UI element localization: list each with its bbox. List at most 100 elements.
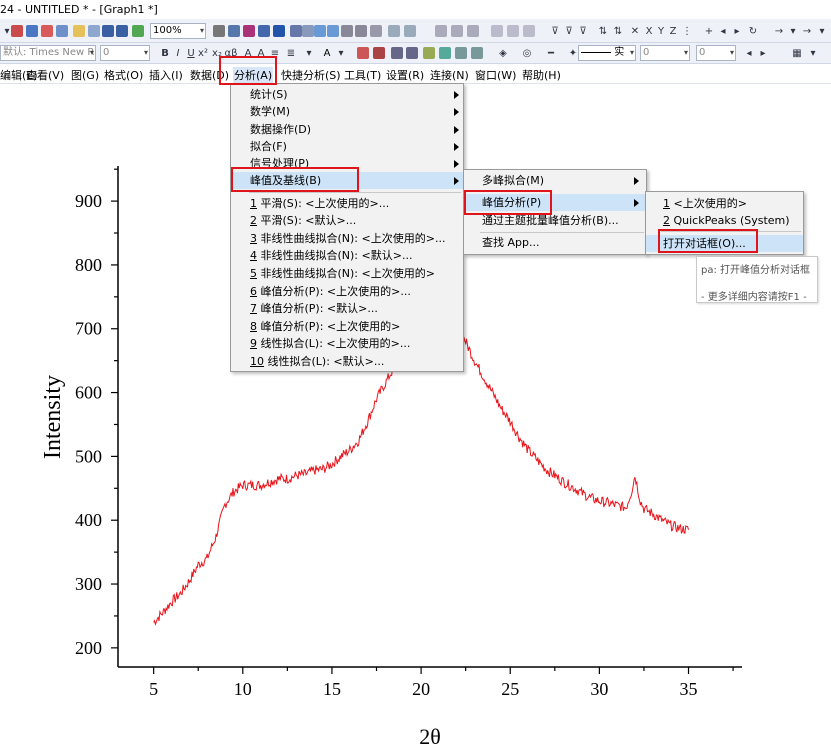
- arrow-right-icon[interactable]: →: [772, 24, 786, 38]
- menu-connect[interactable]: 连接(N): [430, 67, 469, 83]
- dropdown-arrow-icon[interactable]: ▾: [302, 46, 316, 60]
- align-icon[interactable]: ≡: [268, 46, 282, 60]
- zoom-combo[interactable]: 100% ▾: [150, 23, 206, 39]
- arrow-left-icon[interactable]: ◂: [742, 46, 756, 60]
- menu-quick-analysis[interactable]: 快捷分析(S): [281, 67, 341, 83]
- pattern-fill-icon[interactable]: ▦: [790, 46, 804, 60]
- layer-add-icon[interactable]: [372, 46, 386, 60]
- screen-reader-icon[interactable]: [403, 24, 417, 38]
- recent-item[interactable]: 7 峰值分析(P): <默认>...: [231, 300, 463, 317]
- print-icon[interactable]: [212, 24, 226, 38]
- dropdown-arrow-icon[interactable]: ▾: [806, 46, 820, 60]
- greek-icon[interactable]: αβ: [224, 46, 238, 60]
- menu-item-signal-processing[interactable]: 信号处理(P): [231, 155, 463, 172]
- menu-view[interactable]: 查看(V): [26, 67, 64, 83]
- superscript-icon[interactable]: x²: [196, 46, 210, 60]
- menu-item-multiple-peak-fit[interactable]: 多峰拟合(M): [464, 172, 646, 189]
- fill-color-icon[interactable]: ◈: [496, 46, 510, 60]
- move-left-icon[interactable]: ◂: [716, 24, 730, 38]
- menu-help[interactable]: 帮助(H): [522, 67, 561, 83]
- mask-icon[interactable]: [490, 24, 504, 38]
- open-icon[interactable]: [72, 24, 86, 38]
- menu-format[interactable]: 格式(O): [104, 67, 143, 83]
- add-layer-icon[interactable]: [422, 46, 436, 60]
- new-worksheet-icon[interactable]: [25, 24, 39, 38]
- line-width-combo[interactable]: 0 ▾: [640, 45, 690, 61]
- pattern-icon[interactable]: ◎: [520, 46, 534, 60]
- data-reader-icon[interactable]: [387, 24, 401, 38]
- dropdown-arrow-icon[interactable]: ▾: [786, 24, 800, 38]
- recent-item[interactable]: 4 非线性曲线拟合(N): <默认>...: [231, 247, 463, 264]
- timestamp-icon[interactable]: [470, 46, 484, 60]
- menu-item-quickpeaks[interactable]: 2 QuickPeaks (System): [646, 212, 803, 229]
- menu-graph[interactable]: 图(G): [71, 67, 99, 83]
- new-project-icon[interactable]: [10, 24, 24, 38]
- increase-font-icon[interactable]: A: [241, 46, 255, 60]
- unmask-icon[interactable]: [506, 24, 520, 38]
- dropdown-arrow-icon[interactable]: ▾: [815, 24, 829, 38]
- add-column-icon[interactable]: +: [702, 24, 716, 38]
- save-template-icon[interactable]: [115, 24, 129, 38]
- filter-icon[interactable]: ⊽: [548, 24, 562, 38]
- dropdown-arrow-icon[interactable]: ▾: [334, 46, 348, 60]
- filter-x-icon[interactable]: ⊽: [562, 24, 576, 38]
- menu-item-statistics[interactable]: 统计(S): [231, 86, 463, 103]
- recent-icon[interactable]: [87, 24, 101, 38]
- arrow-right-icon[interactable]: →: [800, 24, 814, 38]
- layer-icon[interactable]: [356, 46, 370, 60]
- new-matrix-icon[interactable]: [55, 24, 69, 38]
- merge-graph-icon[interactable]: [390, 46, 404, 60]
- subscript-icon[interactable]: x₂: [210, 46, 224, 60]
- menu-analysis[interactable]: 分析(A): [233, 67, 274, 83]
- decrease-font-icon[interactable]: A: [254, 46, 268, 60]
- menu-item-find-app[interactable]: 查找 App...: [464, 234, 646, 251]
- error-bar-icon[interactable]: ⋮: [680, 24, 694, 38]
- recent-item[interactable]: 9 线性拟合(L): <上次使用的>...: [231, 335, 463, 352]
- menu-item-last-used[interactable]: 1 <上次使用的>: [646, 195, 803, 212]
- menu-tools[interactable]: 工具(T): [344, 67, 381, 83]
- menu-item-peak-analysis[interactable]: 峰值分析(P): [464, 194, 646, 211]
- legend-icon[interactable]: [454, 46, 468, 60]
- refresh-icon[interactable]: [313, 24, 327, 38]
- reorder-icon[interactable]: ⇅: [596, 24, 610, 38]
- save-icon[interactable]: [101, 24, 115, 38]
- menu-settings[interactable]: 设置(R): [386, 67, 424, 83]
- recent-item[interactable]: 5 非线性曲线拟合(N): <上次使用的>: [231, 265, 463, 282]
- line-style-combo[interactable]: 实 ▾: [578, 45, 636, 61]
- copy-page-icon[interactable]: [227, 24, 241, 38]
- regional-data-selector-icon[interactable]: [450, 24, 464, 38]
- recent-item[interactable]: 3 非线性曲线拟合(N): <上次使用的>...: [231, 230, 463, 247]
- bold-button[interactable]: B: [158, 46, 172, 60]
- menu-window[interactable]: 窗口(W): [475, 67, 516, 83]
- new-graph-icon[interactable]: [40, 24, 54, 38]
- menu-item-batch-peak-analysis[interactable]: 通过主题批量峰值分析(B)...: [464, 212, 646, 229]
- close-x-icon[interactable]: ✕: [628, 24, 642, 38]
- object-manager-icon[interactable]: [354, 24, 368, 38]
- command-window-icon[interactable]: [272, 24, 286, 38]
- export-icon[interactable]: [242, 24, 256, 38]
- recent-item[interactable]: 2 平滑(S): <默认>...: [231, 212, 463, 229]
- recent-item[interactable]: 1 平滑(S): <上次使用的>...: [231, 195, 463, 212]
- add-plot-icon[interactable]: [438, 46, 452, 60]
- filter-y-icon[interactable]: ⊽: [576, 24, 590, 38]
- menu-item-data-manipulation[interactable]: 数据操作(D): [231, 121, 463, 138]
- recent-item[interactable]: 8 峰值分析(P): <上次使用的>: [231, 318, 463, 335]
- menu-item-fitting[interactable]: 拟合(F): [231, 138, 463, 155]
- duplicate-icon[interactable]: [326, 24, 340, 38]
- menu-insert[interactable]: 插入(I): [149, 67, 183, 83]
- import-icon[interactable]: [131, 24, 145, 38]
- menu-data[interactable]: 数据(D): [190, 67, 229, 83]
- sort-icon[interactable]: ⇅: [611, 24, 625, 38]
- rotate-icon[interactable]: ↻: [746, 24, 760, 38]
- fill-combo[interactable]: 0 ▾: [696, 45, 736, 61]
- rescale-icon[interactable]: [434, 24, 448, 38]
- menu-item-open-dialog[interactable]: 打开对话框(O)...: [646, 235, 803, 252]
- font-color-icon[interactable]: A: [320, 46, 334, 60]
- move-right-icon[interactable]: ▸: [730, 24, 744, 38]
- italic-button[interactable]: I: [171, 46, 185, 60]
- list-icon[interactable]: ≣: [284, 46, 298, 60]
- data-selector-icon[interactable]: [466, 24, 480, 38]
- arrange-layers-icon[interactable]: [405, 46, 419, 60]
- line-color-icon[interactable]: ━: [544, 46, 558, 60]
- recent-item[interactable]: 6 峰值分析(P): <上次使用的>...: [231, 283, 463, 300]
